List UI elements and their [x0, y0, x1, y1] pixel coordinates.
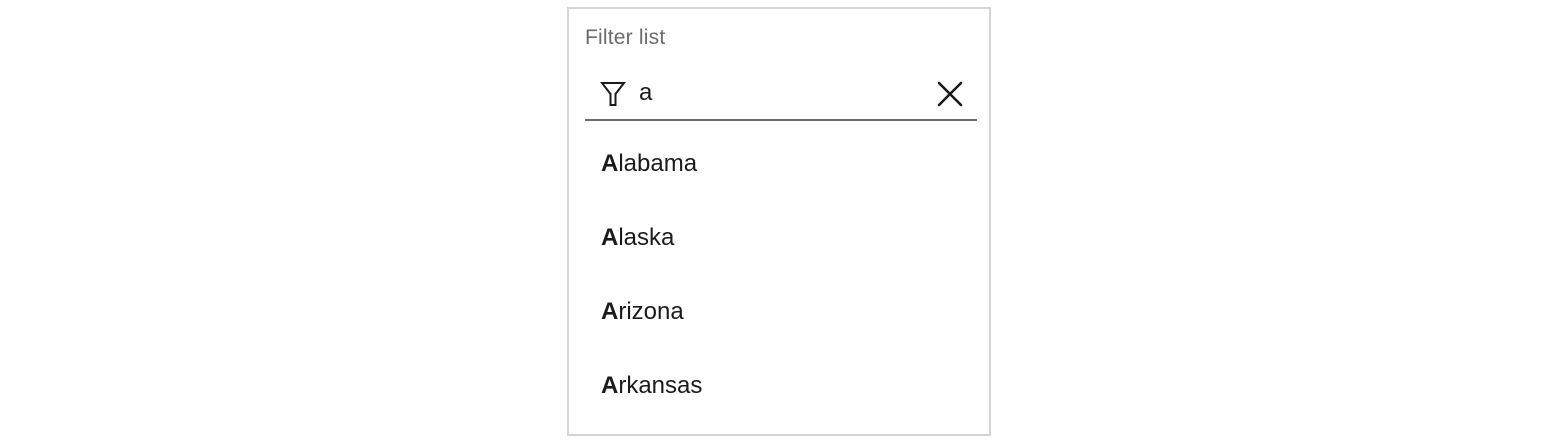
match-highlight: A	[601, 298, 619, 325]
filter-list-panel: Filter list Alabama Alaska Arizona Arkan…	[567, 7, 991, 436]
list-item[interactable]: Arizona	[585, 275, 977, 349]
list-item[interactable]: Alaska	[585, 201, 977, 275]
list-item-rest: rkansas	[618, 372, 703, 399]
results-list: Alabama Alaska Arizona Arkansas	[585, 127, 977, 423]
filter-input[interactable]	[639, 75, 919, 111]
funnel-icon	[599, 79, 627, 109]
match-highlight: A	[601, 224, 619, 251]
list-item[interactable]: Alabama	[585, 127, 977, 201]
list-item-rest: rizona	[618, 298, 684, 325]
list-item-rest: laska	[618, 224, 675, 251]
match-highlight: A	[601, 372, 619, 399]
filter-field[interactable]	[585, 67, 977, 121]
list-item[interactable]: Arkansas	[585, 349, 977, 423]
close-icon	[937, 81, 963, 107]
filter-list-label: Filter list	[585, 26, 666, 49]
clear-filter-button[interactable]	[933, 77, 967, 111]
list-item-rest: labama	[618, 150, 698, 177]
match-highlight: A	[601, 150, 619, 177]
